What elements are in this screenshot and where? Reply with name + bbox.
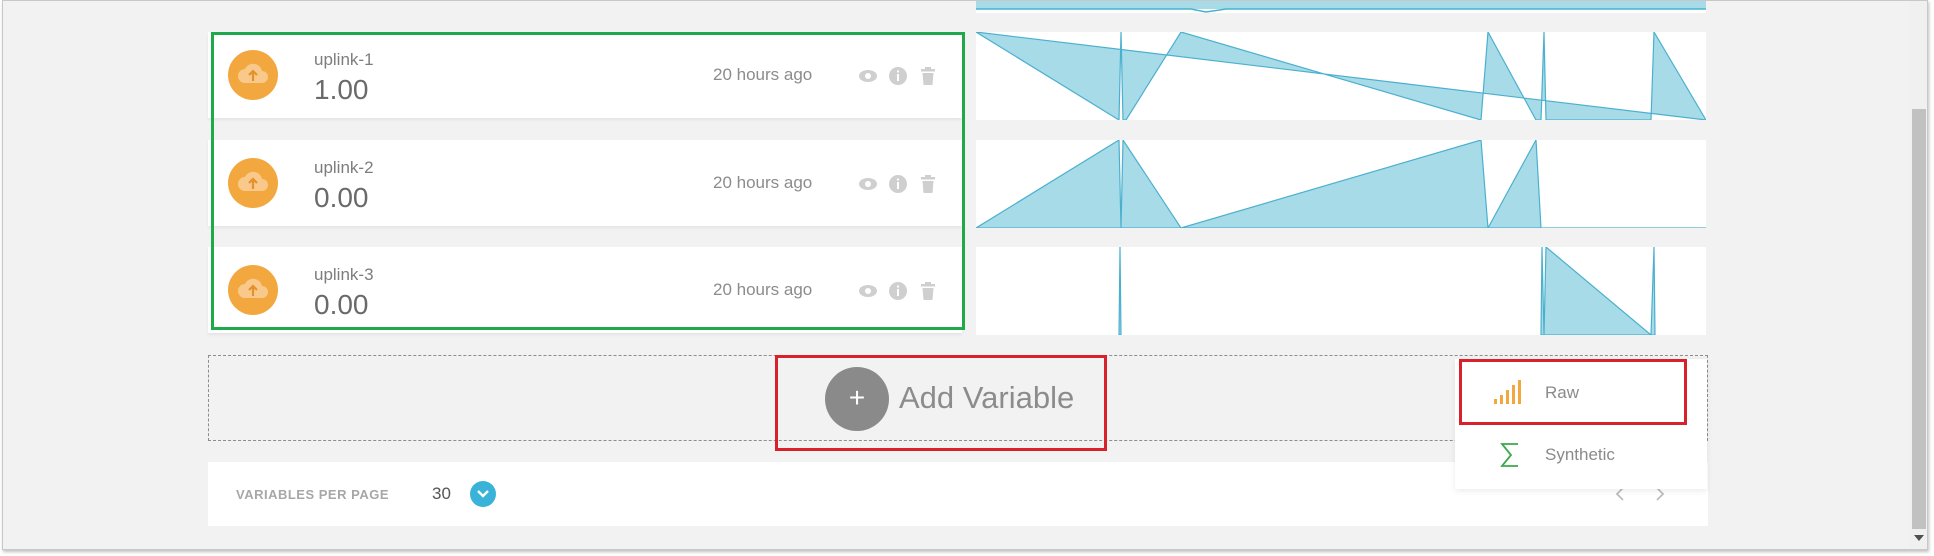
sparkline-uplink-2 [976,140,1706,228]
variable-last-updated: 20 hours ago [713,280,813,299]
signal-bars-icon [1494,380,1521,404]
variable-value: 0.00 [314,289,369,320]
eye-icon[interactable] [858,66,878,86]
variable-name: uplink-3 [314,265,374,284]
variable-card-uplink-2[interactable]: uplink-2 0.00 20 hours ago [208,140,962,226]
variable-last-updated: 20 hours ago [713,65,813,84]
variables-per-page-value: 30 [432,484,451,503]
info-icon[interactable] [888,66,908,86]
scrollbar-thumb[interactable] [1912,109,1926,529]
sparkline-uplink-1 [976,32,1706,120]
scroll-down-arrow-icon[interactable] [1913,533,1925,543]
app-window: uplink-1 1.00 20 hours ago uplink-2 0.00… [2,0,1928,550]
variable-type-dropdown: Raw Synthetic [1455,359,1707,489]
vertical-scrollbar[interactable] [1909,1,1927,549]
variables-per-page-label: VARIABLES PER PAGE [236,487,389,502]
variable-avatar [228,158,278,208]
chevron-down-icon [477,490,489,498]
variable-last-updated: 20 hours ago [713,173,813,192]
sparkline-previous [976,1,1706,13]
eye-icon[interactable] [858,281,878,301]
sparkline-uplink-3 [976,247,1706,335]
cloud-upload-icon [238,63,268,83]
trash-icon[interactable] [918,66,938,86]
cloud-upload-icon [238,171,268,191]
trash-icon[interactable] [918,281,938,301]
variable-name: uplink-2 [314,158,374,177]
info-icon[interactable] [888,174,908,194]
variable-avatar [228,265,278,315]
sigma-icon [1500,443,1518,467]
variable-name: uplink-1 [314,50,374,69]
variables-per-page-dropdown[interactable] [470,481,496,507]
eye-icon[interactable] [858,174,878,194]
variable-avatar [228,50,278,100]
info-icon[interactable] [888,281,908,301]
dropdown-item-raw[interactable]: Raw [1455,367,1707,419]
add-variable-button[interactable]: + [825,367,889,431]
variable-value: 1.00 [314,74,369,105]
variable-card-uplink-3[interactable]: uplink-3 0.00 20 hours ago [208,247,962,333]
dropdown-item-synthetic[interactable]: Synthetic [1455,429,1707,481]
dropdown-item-synthetic-label: Synthetic [1545,445,1615,464]
add-variable-label[interactable]: Add Variable [899,380,1074,416]
trash-icon[interactable] [918,174,938,194]
cloud-upload-icon [238,278,268,298]
variable-card-uplink-1[interactable]: uplink-1 1.00 20 hours ago [208,32,962,118]
dropdown-item-raw-label: Raw [1545,383,1580,402]
variable-value: 0.00 [314,182,369,213]
